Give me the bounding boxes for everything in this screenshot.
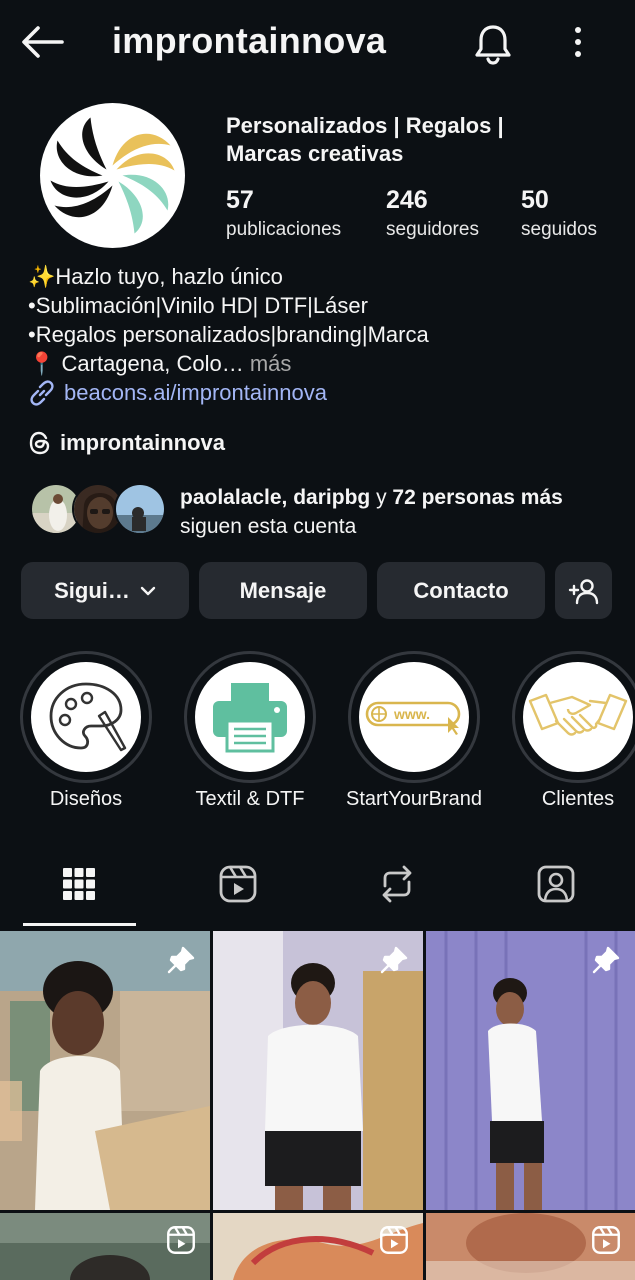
tagged-person-icon: [537, 865, 575, 903]
post-tile[interactable]: [0, 931, 210, 1210]
highlight-label: Textil & DTF: [195, 788, 305, 810]
reels-icon: [167, 1226, 195, 1254]
highlight-textil-dtf[interactable]: [184, 651, 316, 783]
link-icon: [30, 380, 54, 406]
handshake-icon: [528, 693, 628, 736]
tab-tagged[interactable]: [534, 862, 578, 906]
stat-posts-label: publicaciones: [226, 219, 342, 240]
highlight-label: StartYourBrand: [345, 788, 482, 810]
mutual-followers-text[interactable]: paolalacle, daripbg y 72 personas más si…: [180, 483, 620, 541]
threads-badge[interactable]: improntainnova: [28, 430, 225, 456]
message-button[interactable]: Mensaje: [199, 562, 367, 619]
threads-handle: improntainnova: [60, 430, 226, 455]
active-tab-indicator: [23, 923, 136, 926]
pin-icon: [592, 946, 620, 974]
pin-icon: [380, 946, 408, 974]
bio-line: •Sublimación|Vinilo HD| DTF|Láser: [28, 293, 368, 318]
tab-reposts[interactable]: [375, 862, 419, 906]
stat-followers-value: 246: [386, 186, 428, 214]
highlight-label: Clientes: [541, 788, 615, 810]
following-button-label: Sigui…: [54, 577, 130, 603]
message-button-label: Mensaje: [239, 577, 327, 603]
stat-followers[interactable]: 246 seguidores: [386, 186, 479, 241]
www-cursor-icon: www.: [365, 701, 461, 735]
pin-icon: [167, 946, 195, 974]
bio-line-location: 📍 Cartagena, Colo… más: [28, 349, 618, 378]
following-button[interactable]: Sigui…: [21, 562, 189, 619]
more-options-button[interactable]: [566, 24, 590, 60]
bio-line: ✨Hazlo tuyo, hazlo único: [28, 264, 283, 289]
add-person-icon: [568, 578, 598, 604]
svg-text:www.: www.: [393, 706, 430, 722]
reels-icon: [219, 865, 257, 903]
tab-grid[interactable]: [57, 862, 101, 906]
profile-link-text: beacons.ai/improntainnova: [64, 380, 327, 405]
mutual-followers-names: paolalacle, daripbg: [180, 486, 371, 509]
reels-icon: [592, 1226, 620, 1254]
post-tile[interactable]: [426, 1213, 635, 1280]
notifications-button[interactable]: [472, 22, 514, 66]
stat-posts-value: 57: [226, 186, 254, 214]
stat-following-label: seguidos: [521, 219, 598, 240]
profile-username-title: improntainnova: [112, 20, 387, 61]
highlight-disenos[interactable]: [20, 651, 152, 783]
repost-icon: [382, 865, 412, 903]
printer-icon: [213, 683, 287, 753]
post-tile[interactable]: [213, 1213, 423, 1280]
profile-link[interactable]: beacons.ai/improntainnova: [28, 379, 327, 407]
arrow-left-icon: [22, 26, 64, 58]
avatar: [114, 483, 166, 535]
stat-following-value: 50: [521, 186, 549, 214]
tab-reels[interactable]: [216, 862, 260, 906]
post-tile[interactable]: [0, 1213, 210, 1280]
bio-more-link[interactable]: más: [250, 351, 292, 376]
stat-followers-label: seguidores: [386, 219, 479, 240]
mutual-followers-avatars[interactable]: [30, 483, 166, 535]
palette-icon: [49, 682, 127, 752]
post-tile[interactable]: [426, 931, 635, 1210]
contact-button-label: Contacto: [413, 577, 509, 603]
bio-line: •Regalos personalizados|branding|Marca: [28, 322, 429, 347]
bio-line: 📍 Cartagena, Colo…: [28, 351, 244, 376]
mutual-followers-others: 72 personas más: [392, 486, 563, 509]
chevron-down-icon: [140, 586, 156, 595]
stat-posts[interactable]: 57 publicaciones: [226, 186, 341, 241]
mutual-followers-connector: y: [370, 486, 393, 509]
stat-following[interactable]: 50 seguidos: [521, 186, 597, 241]
bell-icon: [475, 25, 511, 65]
threads-icon: [29, 431, 50, 455]
back-button[interactable]: [20, 24, 64, 60]
profile-bio: ✨Hazlo tuyo, hazlo único •Sublimación|Vi…: [28, 262, 618, 378]
profile-display-name: Personalizados | Regalos | Marcas creati…: [226, 113, 504, 166]
suggested-people-button[interactable]: [555, 562, 612, 619]
highlight-label: Diseños: [49, 788, 123, 810]
profile-avatar[interactable]: [40, 103, 185, 248]
contact-button[interactable]: Contacto: [377, 562, 545, 619]
more-vertical-icon: [575, 27, 581, 57]
brand-logo: [50, 117, 175, 234]
post-tile[interactable]: [213, 931, 423, 1210]
mutual-followers-suffix: siguen esta cuenta: [180, 515, 357, 538]
grid-icon: [63, 868, 95, 900]
reels-icon: [380, 1226, 408, 1254]
highlight-startyourbrand[interactable]: www.: [348, 651, 480, 783]
highlight-clientes[interactable]: [512, 651, 635, 783]
